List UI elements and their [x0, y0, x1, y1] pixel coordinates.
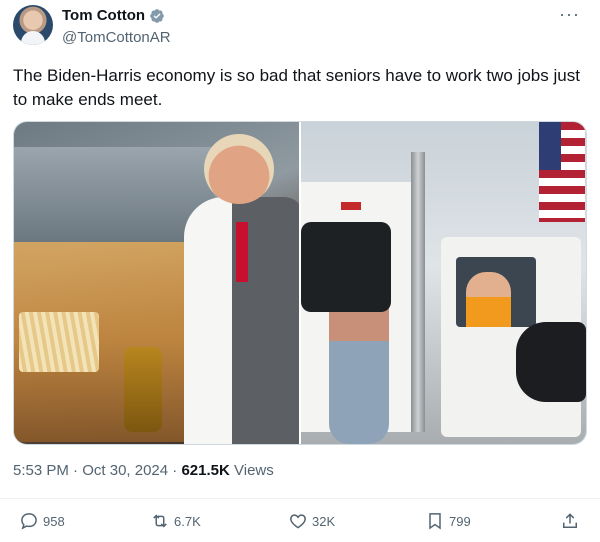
share-button[interactable] — [560, 511, 580, 531]
trailer-marking — [341, 202, 361, 210]
action-bar: 958 6.7K 32K 799 — [0, 498, 600, 539]
oil-bottle — [124, 347, 162, 432]
reply-count: 958 — [43, 513, 65, 529]
display-name[interactable]: Tom Cotton — [62, 7, 145, 24]
meta-separator: · — [172, 462, 178, 479]
tweet: Tom Cotton @TomCottonAR ··· The Biden-Ha… — [0, 0, 600, 542]
repost-button[interactable]: 6.7K — [150, 511, 201, 531]
avatar[interactable] — [13, 5, 53, 45]
like-button[interactable]: 32K — [288, 511, 335, 531]
photo-garbage-truck[interactable] — [301, 122, 586, 444]
person-head — [204, 134, 274, 204]
flag-canton — [539, 122, 561, 170]
tweet-date[interactable]: Oct 30, 2024 — [82, 462, 168, 479]
reply-button[interactable]: 958 — [19, 511, 65, 531]
bookmark-icon — [429, 513, 441, 530]
exhaust-stack — [411, 152, 425, 432]
more-icon[interactable]: ··· — [559, 5, 580, 23]
like-count: 32K — [312, 513, 336, 529]
author-name-row: Tom Cotton — [62, 7, 165, 24]
meta-separator: · — [73, 462, 79, 479]
fries — [19, 312, 99, 372]
red-tie — [236, 222, 248, 282]
repost-count: 6.7K — [174, 513, 201, 529]
views-label: Views — [234, 462, 274, 479]
bookmark-count: 799 — [449, 513, 471, 529]
camera-right — [516, 322, 586, 402]
verified-badge-icon[interactable] — [149, 8, 165, 24]
reply-icon — [21, 513, 37, 530]
share-icon — [563, 513, 577, 528]
photo-kitchen-fryer[interactable] — [14, 122, 299, 444]
like-icon — [290, 514, 306, 529]
views-count[interactable]: 621.5K — [181, 462, 229, 479]
media-grid — [13, 121, 587, 445]
camera-left — [301, 222, 391, 312]
author-handle[interactable]: @TomCottonAR — [62, 29, 171, 46]
tweet-text: The Biden-Harris economy is so bad that … — [13, 66, 580, 109]
driver — [466, 272, 511, 327]
repost-icon — [153, 514, 167, 528]
bookmark-button[interactable]: 799 — [425, 511, 471, 531]
tweet-time[interactable]: 5:53 PM — [13, 462, 69, 479]
tweet-meta: 5:53 PM · Oct 30, 2024 · 621.5K Views — [13, 462, 274, 479]
